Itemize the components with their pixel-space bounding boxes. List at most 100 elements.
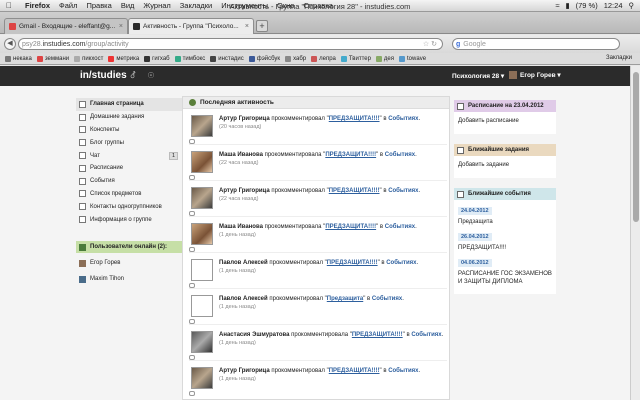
- event-link[interactable]: РАСПИСАНИЕ ГОС ЭКЗАМЕНОВ И ЗАЩИТЫ ДИПЛОМ…: [458, 270, 552, 286]
- menu-history[interactable]: Журнал: [143, 1, 170, 10]
- menu-window[interactable]: Окно: [277, 1, 294, 10]
- gender-icon[interactable]: ⚦: [128, 71, 138, 81]
- bookmarks-bar: некака земмани пикхост метрика гигхаб ти…: [0, 53, 640, 65]
- apple-icon[interactable]: : [6, 1, 16, 10]
- bookmark-item[interactable]: метрика: [108, 55, 139, 62]
- menu-file[interactable]: Файл: [59, 1, 77, 10]
- bookmark-item[interactable]: towave: [399, 55, 426, 62]
- schedule-header: Расписание на 23.04.2012: [454, 100, 556, 112]
- bookmark-item[interactable]: тимбокс: [174, 55, 205, 62]
- section-link[interactable]: Событиях: [411, 332, 441, 338]
- event-link[interactable]: Предзащита: [458, 218, 552, 226]
- comment-icon: [189, 139, 195, 144]
- avatar[interactable]: [191, 223, 213, 245]
- user-menu[interactable]: Егор Горев ▾: [509, 71, 561, 79]
- chat-badge: 1: [168, 152, 178, 161]
- sidebar-item-homework[interactable]: Домашние задания: [76, 111, 182, 124]
- post-link[interactable]: ПРЕДЗАЩИТА!!!!: [325, 152, 376, 158]
- comment-icon: [189, 283, 195, 288]
- bookmarks-menu[interactable]: Закладки: [606, 55, 632, 61]
- page-scrollbar[interactable]: [630, 66, 640, 400]
- sidebar-item-events[interactable]: События: [76, 175, 182, 188]
- section-link[interactable]: Событиях: [385, 224, 415, 230]
- bookmark-item[interactable]: Твиттер: [340, 55, 371, 62]
- sidebar-item-chat[interactable]: Чат 1: [76, 149, 182, 162]
- tab-label: Gmail - Входящие - eleffant@g...: [19, 23, 116, 30]
- bookmark-item[interactable]: дея: [375, 55, 394, 62]
- bookmark-star-icon[interactable]: ☆ ↻: [423, 40, 437, 48]
- menu-edit[interactable]: Правка: [86, 1, 111, 10]
- section-link[interactable]: Событиях: [385, 152, 415, 158]
- bookmark-item[interactable]: некака: [5, 55, 32, 62]
- online-user[interactable]: Maxim Tihon: [76, 272, 182, 286]
- close-icon[interactable]: ×: [119, 23, 123, 30]
- section-link[interactable]: Событиях: [388, 368, 418, 374]
- sidebar-item-info[interactable]: Информация о группе: [76, 213, 182, 226]
- battery-icon[interactable]: ▮: [565, 1, 569, 10]
- pin-icon[interactable]: ☉: [146, 71, 156, 81]
- menu-app[interactable]: Firefox: [25, 1, 50, 10]
- sidebar-item-schedule[interactable]: Расписание: [76, 162, 182, 175]
- section-link[interactable]: Событиях: [372, 296, 402, 302]
- bookmark-item[interactable]: фэйсбук: [248, 55, 280, 62]
- avatar[interactable]: [191, 187, 213, 209]
- back-button[interactable]: ◀: [4, 38, 16, 50]
- menu-bookmarks[interactable]: Закладки: [180, 1, 212, 10]
- sidebar-item-notes[interactable]: Конспекты: [76, 124, 182, 137]
- post-link[interactable]: ПРЕДЗАЩИТА!!!!: [327, 260, 378, 266]
- post-link[interactable]: ПРЕДЗАЩИТА!!!!: [325, 224, 376, 230]
- tab-gmail[interactable]: Gmail - Входящие - eleffant@g... ×: [4, 18, 128, 34]
- bookmark-item[interactable]: лепра: [311, 55, 336, 62]
- section-link[interactable]: Событиях: [388, 188, 418, 194]
- wifi-icon[interactable]: ≈: [555, 1, 559, 10]
- close-icon[interactable]: ×: [245, 23, 249, 30]
- sidebar-item-home[interactable]: Главная страница: [76, 98, 182, 111]
- menu-help[interactable]: Справка: [303, 1, 332, 10]
- tasks-widget: Ближайшие задания Добавить задание: [454, 144, 556, 178]
- tab-activity[interactable]: Активность - Группа "Психоло... ×: [128, 18, 254, 34]
- list-item: Артур Григорица прокомментировал "ПРЕДЗА…: [189, 363, 447, 397]
- event-link[interactable]: ПРЕДЗАЩИТА!!!!: [458, 244, 552, 252]
- avatar[interactable]: [191, 151, 213, 173]
- bookmark-item[interactable]: пикхост: [74, 55, 103, 62]
- site-logo[interactable]: in/studies: [80, 70, 127, 81]
- address-bar[interactable]: psy28. instudies.com /group/activity ☆ ↻: [18, 38, 443, 50]
- spotlight-icon[interactable]: ⚲: [629, 1, 635, 10]
- sidebar-item-subjects[interactable]: Список предметов: [76, 188, 182, 201]
- section-link[interactable]: Событиях: [388, 116, 418, 122]
- bookmark-item[interactable]: инстадис: [210, 55, 244, 62]
- bookmark-item[interactable]: гигхаб: [144, 55, 170, 62]
- avatar[interactable]: [191, 259, 213, 281]
- add-schedule-link[interactable]: Добавить расписание: [458, 118, 552, 124]
- avatar[interactable]: [191, 331, 213, 353]
- bookmark-item[interactable]: земмани: [36, 55, 69, 62]
- post-link[interactable]: ПРЕДЗАЩИТА!!!!: [352, 332, 403, 338]
- calendar-icon: [79, 164, 86, 172]
- avatar: [79, 275, 86, 283]
- menu-view[interactable]: Вид: [121, 1, 135, 10]
- post-link[interactable]: ПРЕДЗАЩИТА!!!!: [329, 188, 380, 194]
- sidebar-item-blog[interactable]: Блог группы: [76, 136, 182, 149]
- new-tab-button[interactable]: +: [256, 20, 268, 32]
- group-selector[interactable]: Психология 28 ▾: [452, 72, 504, 80]
- google-icon: g: [456, 40, 461, 48]
- add-task-link[interactable]: Добавить задание: [458, 162, 552, 168]
- avatar[interactable]: [191, 367, 213, 389]
- clock[interactable]: 12:24: [604, 1, 623, 10]
- search-input[interactable]: g Google: [452, 38, 620, 50]
- post-link[interactable]: Предзащита: [327, 296, 363, 302]
- avatar[interactable]: [191, 295, 213, 317]
- menu-tools[interactable]: Инструменты: [221, 1, 268, 10]
- bookmark-item[interactable]: хабр: [285, 55, 306, 62]
- search-placeholder: Google: [463, 40, 486, 48]
- avatar[interactable]: [191, 115, 213, 137]
- sidebar: Главная страница Домашние задания Конспе…: [76, 98, 182, 226]
- sidebar-item-contacts[interactable]: Контакты одногруппников: [76, 200, 182, 213]
- scrollbar-thumb[interactable]: [633, 72, 639, 222]
- homework-icon: [79, 113, 86, 121]
- post-link[interactable]: ПРЕДЗАЩИТА!!!!: [329, 368, 380, 374]
- section-link[interactable]: Событиях: [386, 260, 416, 266]
- online-user[interactable]: Егор Горев: [76, 256, 182, 270]
- post-link[interactable]: ПРЕДЗАЩИТА!!!!: [329, 116, 380, 122]
- schedule-widget: Расписание на 23.04.2012 Добавить распис…: [454, 100, 556, 134]
